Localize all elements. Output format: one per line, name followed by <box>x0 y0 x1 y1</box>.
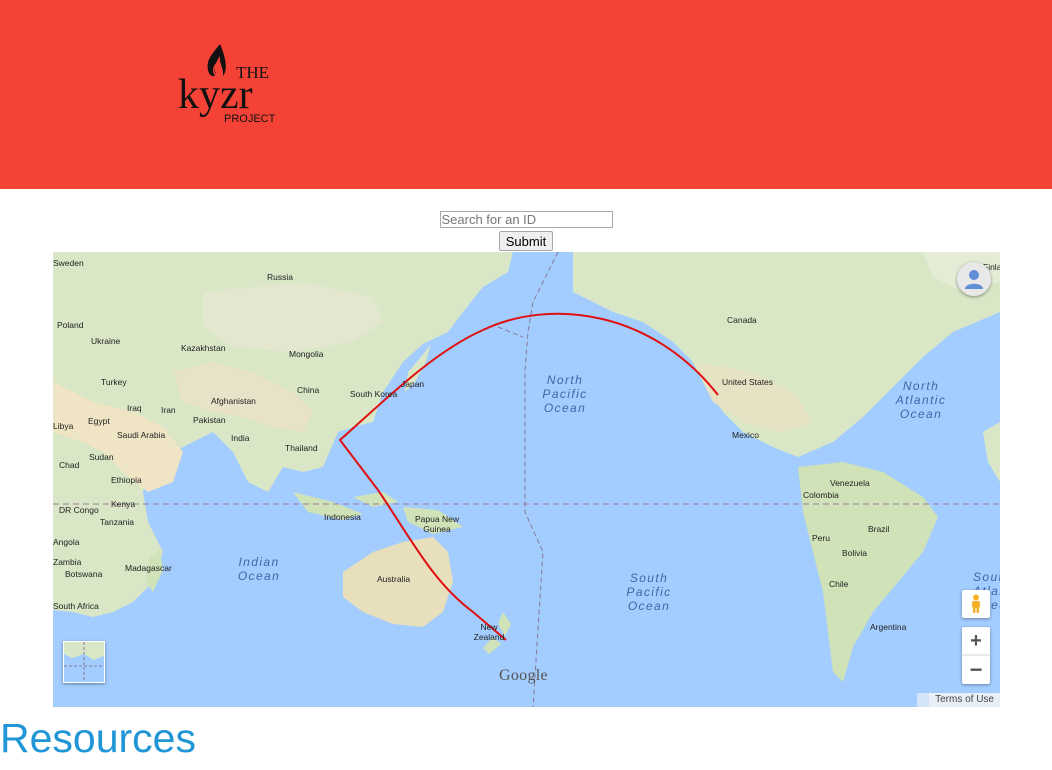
map-label: Peru <box>812 533 830 543</box>
map-label: Botswana <box>65 569 103 579</box>
map-label: Venezuela <box>830 478 870 488</box>
submit-button[interactable]: Submit <box>498 231 554 251</box>
account-icon[interactable] <box>957 262 991 296</box>
map-label: United States <box>722 377 774 387</box>
map-label: Japan <box>401 379 425 389</box>
map-label: Brazil <box>868 524 890 534</box>
search-input[interactable] <box>439 211 613 228</box>
map-label: Ukraine <box>91 336 121 346</box>
map-label: Russia <box>267 272 293 282</box>
map-label: Papua New Guinea <box>415 514 459 534</box>
zoom-in-button[interactable]: + <box>962 627 990 655</box>
map-label: Angola <box>53 537 80 547</box>
street-view-pegman-icon[interactable] <box>962 590 990 618</box>
map-label: Australia <box>377 574 411 584</box>
map-label: India <box>231 433 250 443</box>
map-label: Canada <box>727 315 757 325</box>
map-overview-toggle[interactable] <box>63 641 105 683</box>
map-view[interactable]: Sweden Russia Poland Ukraine Kazakhstan … <box>53 252 1000 707</box>
google-logo: Google <box>499 667 548 684</box>
map-label: Argentina <box>870 622 907 632</box>
map-label: Indonesia <box>324 512 361 522</box>
map-label: Tanzania <box>100 517 135 527</box>
map-label: Mexico <box>732 430 759 440</box>
kyzr-logo[interactable]: THE kyzr PROJECT <box>176 42 288 126</box>
map-label: Zambia <box>53 557 82 567</box>
ocean-label: Indian Ocean <box>237 555 281 583</box>
map-label: Libya <box>53 421 74 431</box>
map-label: Chad <box>59 460 80 470</box>
map-label: Thailand <box>285 443 318 453</box>
map-label: South Korea <box>350 389 398 399</box>
map-label: DR Congo <box>59 505 99 515</box>
map-label: Chile <box>829 579 849 589</box>
map-label: Poland <box>57 320 84 330</box>
map-label: Sudan <box>89 452 114 462</box>
resources-heading: Resources <box>0 715 196 761</box>
map-attribution-bar <box>917 693 929 707</box>
map-label: Ethiopia <box>111 475 142 485</box>
map-label: Sweden <box>53 258 84 268</box>
map-label: Mongolia <box>289 349 324 359</box>
map-label: Saudi Arabia <box>117 430 166 440</box>
map-label: Colombia <box>803 490 839 500</box>
map-label: Iran <box>161 405 176 415</box>
svg-text:kyzr: kyzr <box>178 72 253 118</box>
site-header: THE kyzr PROJECT <box>0 0 1052 189</box>
map-label: Bolivia <box>842 548 868 558</box>
svg-text:PROJECT: PROJECT <box>224 113 276 125</box>
map-label: Kenya <box>111 499 136 509</box>
map-label: Madagascar <box>125 563 172 573</box>
map-label: Afghanistan <box>211 396 256 406</box>
map-label: Iraq <box>127 403 142 413</box>
map-label: Egypt <box>88 416 110 426</box>
submit-row: Submit <box>0 231 1052 251</box>
ocean-label: North Pacific Ocean <box>542 373 588 415</box>
map-label: Kazakhstan <box>181 343 226 353</box>
ocean-label: North Atlantic Ocean <box>895 379 947 421</box>
ocean-label: South Pacific Ocean <box>626 571 672 613</box>
map-label: New Zealand <box>473 622 505 642</box>
terms-of-use-link[interactable]: Terms of Use <box>929 693 1000 707</box>
zoom-out-button[interactable]: − <box>962 655 990 684</box>
search-row <box>0 211 1052 229</box>
map-label: China <box>297 385 320 395</box>
map-label: Turkey <box>101 377 127 387</box>
overview-map-icon <box>64 642 104 682</box>
map-label: South Africa <box>53 601 99 611</box>
map-label: Pakistan <box>193 415 226 425</box>
